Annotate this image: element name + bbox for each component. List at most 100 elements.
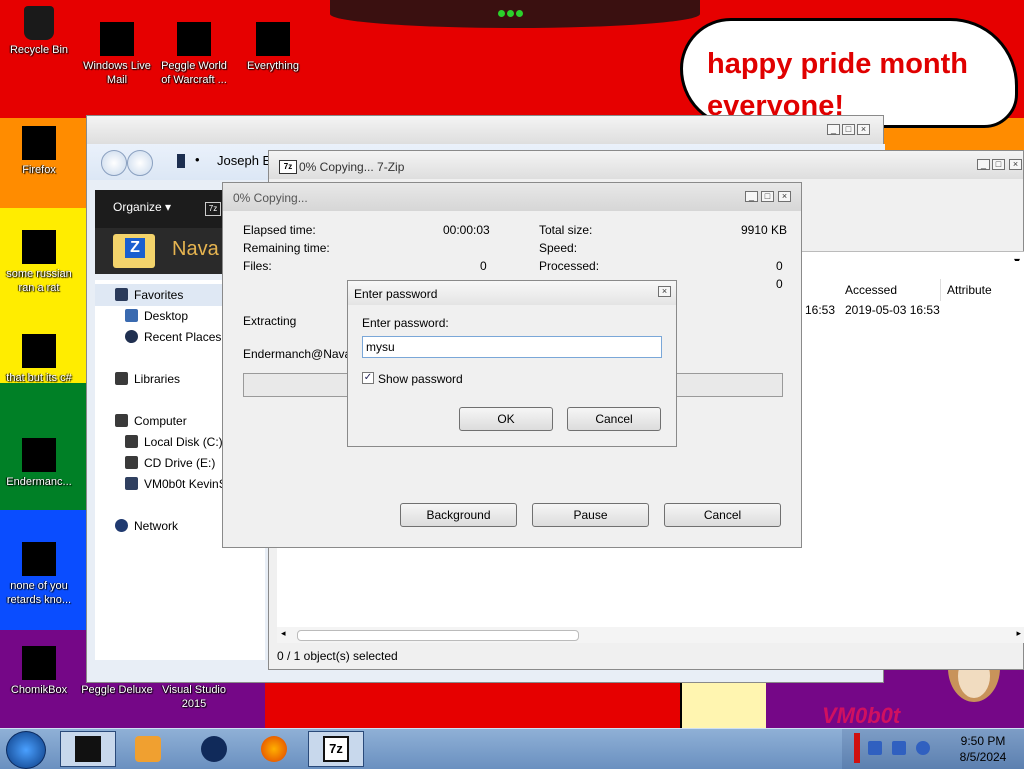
taskbar-item-explorer[interactable] (60, 731, 116, 767)
maximize-button[interactable]: □ (992, 159, 1005, 170)
current-file: Endermanch@NavaSt (243, 347, 363, 361)
breadcrumb-separator: • (195, 152, 200, 167)
minimize-button[interactable]: _ (745, 191, 758, 202)
desktop-icon-chomikbox[interactable]: ChomikBox (0, 646, 78, 697)
pause-button[interactable]: Pause (532, 503, 649, 527)
flag-icon[interactable] (854, 733, 860, 763)
nav-item-vm-share[interactable]: VM0b0t KevinS (125, 477, 227, 491)
start-button[interactable] (6, 731, 46, 769)
7zip-titlebar[interactable]: 7z 0% Copying... 7-Zip _ □ × (269, 151, 1023, 179)
scrollbar-thumb[interactable] (297, 630, 579, 641)
cancel-button[interactable]: Cancel (664, 503, 781, 527)
back-button[interactable] (101, 150, 127, 176)
column-accessed[interactable]: Accessed (839, 279, 941, 301)
explorer-titlebar[interactable]: _ □ × (87, 116, 883, 144)
media-player-icon (135, 736, 161, 762)
nav-item-desktop[interactable]: Desktop (125, 309, 188, 323)
nav-item-network[interactable]: Network (115, 519, 178, 533)
minimize-button[interactable]: _ (977, 159, 990, 170)
minimize-button[interactable]: _ (827, 124, 840, 135)
everything-icon (256, 22, 290, 56)
password-dialog: Enter password × Enter password: mysu ✓ … (347, 280, 677, 447)
taskbar-item-media-player[interactable] (120, 731, 176, 767)
desktop-icon-some-russian[interactable]: some russian ran a rat (0, 230, 78, 295)
nav-label: Libraries (134, 372, 181, 386)
nav-label: Favorites (134, 288, 184, 302)
desktop-icon-endermanch[interactable]: Endermanc... (0, 438, 78, 489)
desktop-icon-none-of-you[interactable]: none of you retards kno... (0, 542, 78, 607)
close-button[interactable]: × (857, 124, 870, 135)
close-button[interactable]: × (778, 191, 791, 202)
network-icon[interactable] (892, 741, 906, 755)
password-titlebar[interactable]: Enter password × (348, 281, 676, 305)
status-bar: 0 / 1 object(s) selected (277, 649, 398, 663)
desktop-icon-label: Firefox (22, 164, 56, 176)
clock-time: 9:50 PM (960, 734, 1006, 748)
desktop-icon-windows-live-mail[interactable]: Windows Live Mail (78, 22, 156, 87)
breadcrumb[interactable]: Joseph E (217, 153, 271, 168)
elapsed-label: Elapsed time: (243, 223, 316, 237)
speech-bubble: happy pride month everyone! (680, 18, 1018, 128)
ok-button[interactable]: OK (459, 407, 553, 431)
password-input[interactable]: mysu (362, 336, 662, 358)
dialog-title: 0% Copying... (233, 191, 308, 205)
taskbar-item-7zip[interactable]: 7z (308, 731, 364, 767)
nav-item-favorites[interactable]: Favorites (115, 288, 183, 302)
copying-titlebar[interactable]: 0% Copying... _ □ × (223, 183, 801, 211)
organize-label: Organize (113, 200, 162, 214)
nav-label: Local Disk (C:) (144, 435, 223, 449)
organize-button[interactable]: Organize ▾ (113, 200, 171, 214)
clock[interactable]: 9:50 PM 8/5/2024 (948, 733, 1018, 765)
program-icon (22, 438, 56, 472)
taskbar-item-browser[interactable] (186, 731, 242, 767)
nav-label: Network (134, 519, 179, 533)
scroll-right-icon[interactable]: ▸ (1016, 628, 1021, 639)
close-button[interactable]: × (658, 286, 671, 297)
desktop-icon-firefox[interactable]: Firefox (0, 126, 78, 177)
window-title: 0% Copying... 7-Zip (299, 160, 405, 174)
nav-item-cd-drive[interactable]: CD Drive (E:) (125, 456, 215, 470)
globe-icon (201, 736, 227, 762)
nav-item-libraries[interactable]: Libraries (115, 372, 180, 386)
firefox-icon (261, 736, 287, 762)
column-attributes[interactable]: Attribute (941, 279, 1024, 301)
system-tray: 9:50 PM 8/5/2024 (842, 729, 1024, 769)
desktop-icon-that-but[interactable]: that but its c# (0, 334, 78, 385)
nav-item-computer[interactable]: Computer (115, 414, 187, 428)
maximize-button[interactable]: □ (842, 124, 855, 135)
clock-date: 8/5/2024 (959, 750, 1007, 764)
program-icon (22, 230, 56, 264)
nav-label: Computer (134, 414, 187, 428)
7zip-icon: 7z (279, 160, 297, 174)
desktop-icon-everything[interactable]: Everything (234, 22, 312, 73)
show-password-checkbox[interactable]: ✓ (362, 372, 374, 384)
mail-icon (100, 22, 134, 56)
password-prompt: Enter password: (362, 316, 449, 330)
taskbar-item-firefox[interactable] (246, 731, 302, 767)
cancel-button[interactable]: Cancel (567, 407, 661, 431)
nav-item-local-disk[interactable]: Local Disk (C:) (125, 435, 223, 449)
nav-item-recent-places[interactable]: Recent Places (125, 330, 221, 344)
network-icon (115, 519, 128, 532)
desktop-icon-peggle-wow[interactable]: Peggle World of Warcraft ... (155, 22, 233, 87)
volume-icon[interactable] (916, 741, 930, 755)
program-icon (22, 334, 56, 368)
file-modified-cell: 16:53 (805, 303, 836, 317)
desktop-icon-label: Visual Studio (161, 684, 226, 696)
wallpaper-shape (680, 676, 770, 731)
elapsed-value: 00:00:03 (443, 223, 490, 237)
close-button[interactable]: × (1009, 159, 1022, 170)
horizontal-scrollbar[interactable]: ◂ ▸ (277, 627, 1024, 643)
maximize-button[interactable]: □ (761, 191, 774, 202)
scroll-left-icon[interactable]: ◂ (281, 628, 286, 639)
chevron-down-icon: ▾ (165, 200, 172, 214)
background-button[interactable]: Background (400, 503, 517, 527)
drive-icon (125, 435, 138, 448)
forward-button[interactable] (127, 150, 153, 176)
desktop-icon-label: Mail (106, 74, 128, 86)
desktop-icon-recycle-bin[interactable]: Recycle Bin (0, 6, 78, 57)
show-password-label[interactable]: Show password (378, 372, 463, 386)
desktop-icon-label: Endermanc... (6, 476, 72, 488)
files-label: Files: (243, 259, 272, 273)
tray-app-icon[interactable] (868, 741, 882, 755)
